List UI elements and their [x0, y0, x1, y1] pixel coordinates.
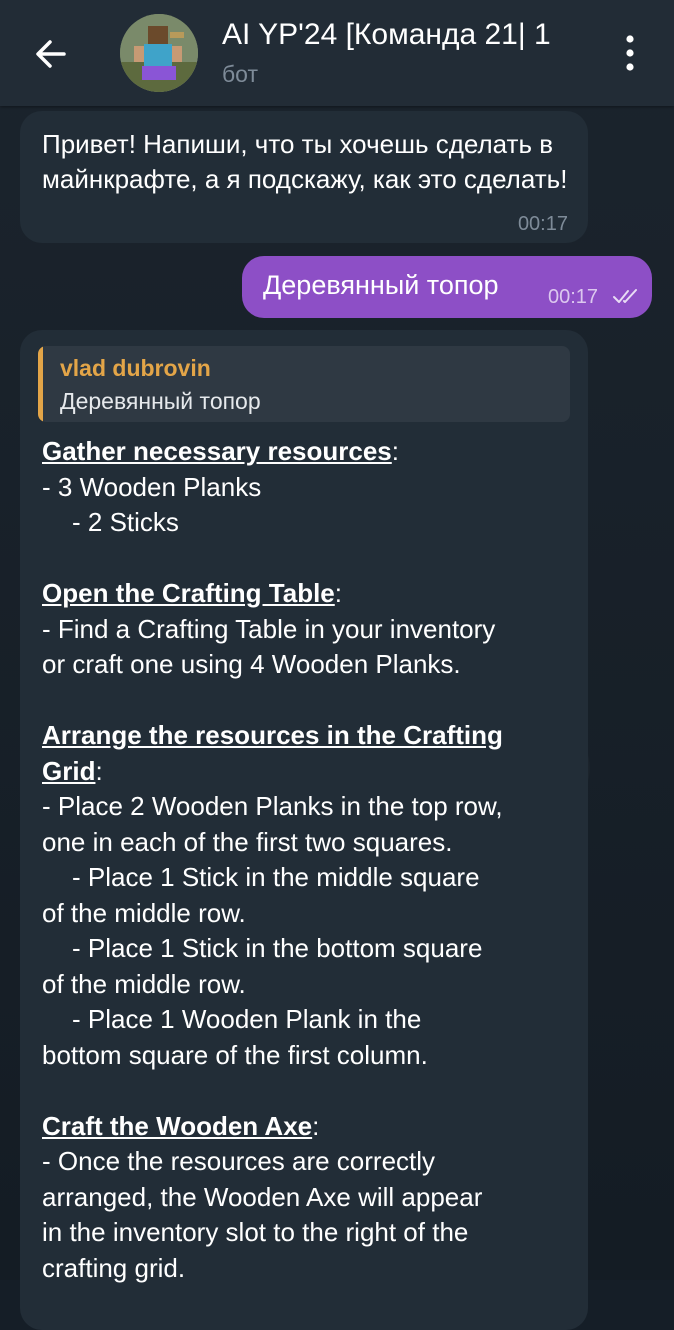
section-heading[interactable]: Gather necessary resources	[42, 436, 392, 466]
section-heading-line: Craft the Wooden Axe:	[42, 1109, 572, 1145]
section-heading-line: Open the Crafting Table:	[42, 576, 572, 612]
colon: :	[391, 436, 400, 466]
list-item: - Once the resources are correctly	[42, 1146, 436, 1176]
list-item: - Place 1 Stick in the middle square	[72, 862, 480, 892]
arrow-left-icon	[36, 40, 66, 68]
minecraft-character-icon	[120, 14, 198, 92]
message-text: Gather necessary resources: - 3 Wooden P…	[42, 434, 572, 1286]
more-vertical-icon	[626, 35, 634, 71]
chat-header: AI YP'24 [Команда 21| 1 бот	[0, 0, 674, 106]
chat-subtitle: бот	[222, 61, 258, 87]
section-heading[interactable]: Arrange the resources in the Crafting	[42, 720, 503, 750]
menu-button[interactable]	[610, 30, 650, 76]
quote-accent-bar	[38, 346, 43, 422]
list-item: - 2 Sticks	[72, 507, 179, 537]
section-heading[interactable]: Open the Crafting Table	[42, 578, 335, 608]
colon: :	[312, 1110, 320, 1141]
section-heading-line: Gather necessary resources:	[42, 434, 572, 470]
quote-text: Деревянный топор	[60, 388, 261, 414]
list-item: - Find a Crafting Table in your inventor…	[42, 613, 496, 644]
list-item: - 3 Wooden Planks	[42, 471, 262, 502]
list-item: bottom square of the first column.	[42, 1039, 428, 1070]
list-item: - Place 1 Stick in the bottom square	[72, 933, 483, 963]
chat-title[interactable]: AI YP'24 [Команда 21| 1	[222, 18, 590, 58]
list-item: arranged, the Wooden Axe will appear	[42, 1181, 483, 1212]
list-item: in the inventory slot to the right of th…	[42, 1217, 469, 1247]
list-item: - Place 1 Wooden Plank in the	[72, 1004, 422, 1034]
section-heading-line: Arrange the resources in the Crafting	[42, 718, 572, 754]
back-button[interactable]	[24, 27, 78, 81]
list-item: or craft one using 4 Wooden Planks.	[42, 649, 461, 679]
message-bubble-user[interactable]: Деревянный топор 00:17	[242, 256, 652, 318]
list-item: of the middle row.	[42, 897, 246, 928]
message-text: Деревянный топор	[263, 270, 499, 300]
quote-author: vlad dubrovin	[60, 355, 211, 381]
colon: :	[334, 578, 342, 608]
message-text: Привет! Напиши, что ты хочешь сделать в …	[42, 129, 568, 194]
list-item: - Place 2 Wooden Planks in the top row,	[42, 791, 503, 821]
avatar[interactable]	[120, 14, 198, 92]
list-item: crafting grid.	[42, 1252, 186, 1283]
message-bubble-greeting[interactable]: Привет! Напиши, что ты хочешь сделать в …	[20, 111, 588, 243]
list-item: of the middle row.	[42, 968, 246, 999]
message-time: 00:17	[517, 213, 568, 235]
section-heading-line: Grid:	[42, 754, 572, 790]
section-heading[interactable]: Craft the Wooden Axe	[42, 1111, 312, 1141]
list-item: one in each of the first two squares.	[42, 826, 453, 857]
quoted-message[interactable]: vlad dubrovin Деревянный топор	[38, 346, 570, 422]
message-bubble-bot-reply[interactable]: vlad dubrovin Деревянный топор Gather ne…	[20, 330, 588, 1330]
message-time: 00:17	[548, 286, 599, 308]
double-check-icon	[613, 289, 637, 303]
colon: :	[95, 755, 103, 786]
section-heading[interactable]: Grid	[42, 756, 95, 786]
